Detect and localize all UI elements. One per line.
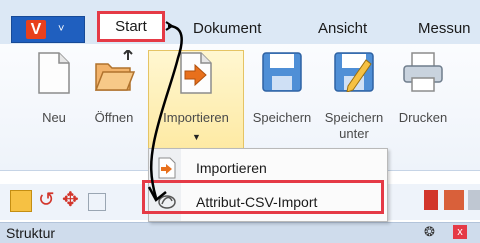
print-icon (403, 52, 443, 92)
delete-tool-icon[interactable] (424, 190, 438, 210)
frame-tool-icon[interactable] (88, 193, 106, 211)
grid-tool-icon[interactable] (468, 190, 480, 210)
save-as-button-label: Speichern unter (320, 110, 388, 142)
new-document-icon (38, 52, 70, 94)
app-logo-icon: V (26, 20, 46, 39)
chevron-down-icon: ˅ (58, 23, 65, 35)
structure-panel-header: Struktur (0, 222, 480, 243)
tab-messung[interactable]: Messun (418, 20, 471, 37)
print-button[interactable]: Drucken (392, 48, 454, 170)
import-button-label: Importieren (163, 110, 229, 125)
csv-import-highlight-box (142, 180, 384, 214)
tab-start[interactable]: Start (97, 11, 165, 42)
save-as-label-line1: Speichern (324, 110, 384, 125)
new-button-label: Neu (42, 110, 66, 125)
panel-title: Struktur (6, 225, 56, 241)
pin-icon[interactable]: ❂ (424, 224, 435, 240)
save-as-icon (334, 52, 374, 92)
open-folder-icon (94, 50, 136, 91)
select-tool-icon[interactable] (10, 190, 32, 212)
menu-item-label: Importieren (196, 160, 267, 176)
save-button-label: Speichern (252, 110, 312, 125)
save-as-label-line2: unter (339, 126, 369, 141)
move-tool-icon[interactable]: ✥ (62, 190, 82, 210)
open-button[interactable]: Öffnen (84, 48, 144, 170)
close-icon[interactable]: x (453, 225, 467, 239)
cube-tool-icon[interactable] (444, 190, 464, 210)
import-icon (180, 52, 212, 94)
tab-ansicht[interactable]: Ansicht (318, 20, 367, 37)
save-icon (262, 52, 302, 92)
open-button-label: Öffnen (94, 110, 134, 125)
print-button-label: Drucken (398, 110, 448, 125)
import-icon (158, 157, 176, 179)
tab-dokument[interactable]: Dokument (193, 20, 261, 37)
import-dropdown-arrow-icon[interactable]: ▼ (192, 132, 201, 142)
new-button[interactable]: Neu (30, 48, 78, 170)
rotate-tool-icon[interactable]: ↺ (38, 190, 58, 210)
application-menu-button[interactable]: V ˅ (11, 16, 85, 43)
